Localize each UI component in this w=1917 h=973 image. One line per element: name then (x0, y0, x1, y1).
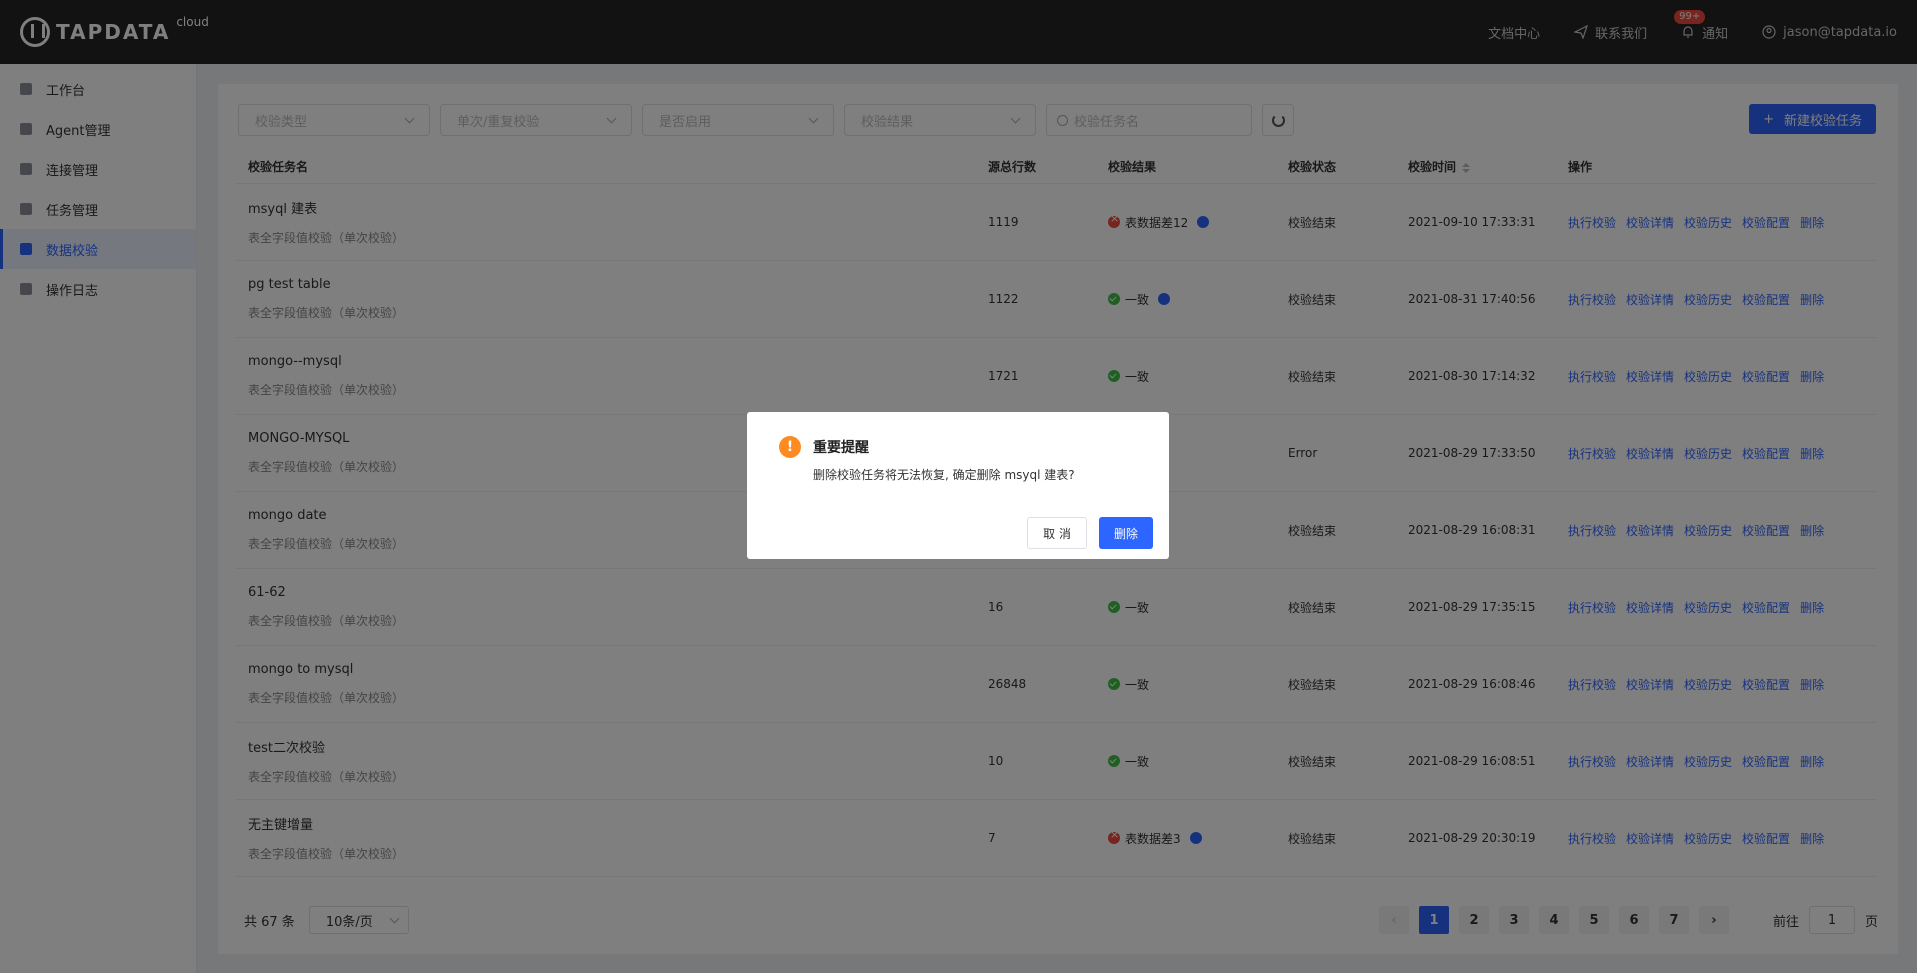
confirm-delete-button[interactable]: 删除 (1098, 517, 1153, 549)
cancel-button[interactable]: 取 消 (1027, 517, 1087, 549)
confirm-delete-dialog: ! 重要提醒 删除校验任务将无法恢复, 确定删除 msyql 建表? 取 消 删… (747, 412, 1169, 559)
warning-icon: ! (779, 436, 801, 458)
dialog-message: 删除校验任务将无法恢复, 确定删除 msyql 建表? (813, 468, 1075, 482)
dialog-title: 重要提醒 (813, 440, 869, 456)
